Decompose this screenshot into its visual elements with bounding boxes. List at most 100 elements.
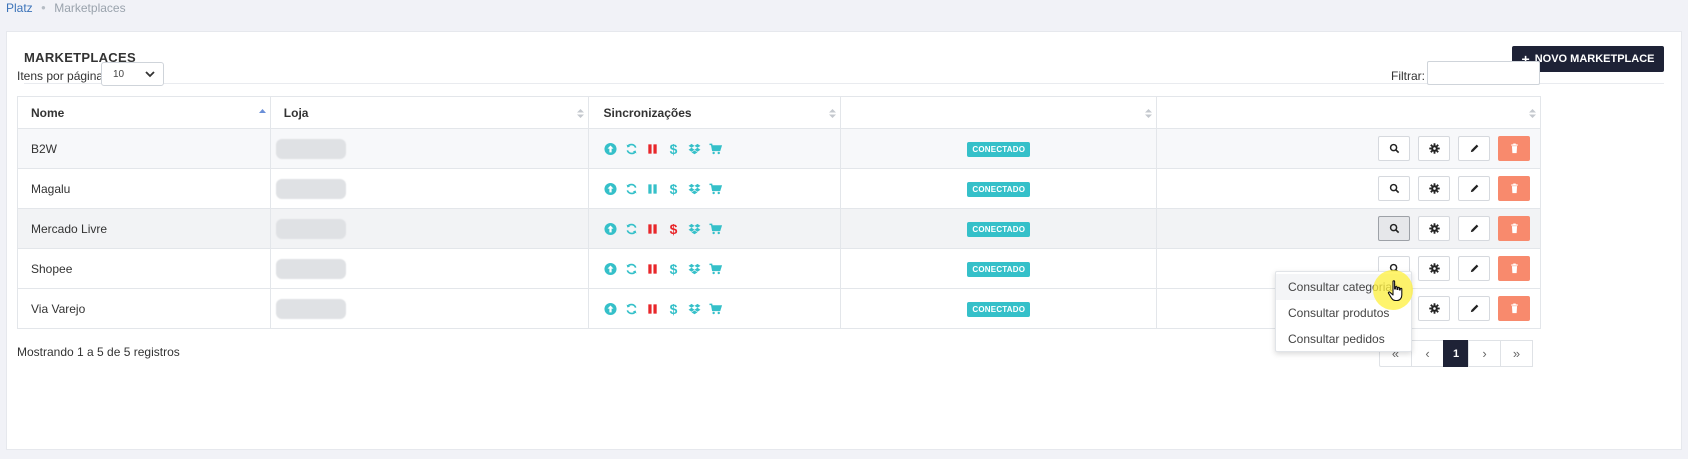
cart-icon[interactable] bbox=[709, 302, 722, 316]
page-last-button[interactable]: » bbox=[1500, 340, 1533, 367]
settings-button[interactable] bbox=[1418, 176, 1450, 201]
pause-icon[interactable] bbox=[646, 302, 659, 316]
cart-icon[interactable] bbox=[709, 262, 722, 276]
edit-button[interactable] bbox=[1458, 176, 1490, 201]
upload-icon[interactable] bbox=[604, 302, 617, 316]
sync-icon[interactable] bbox=[625, 222, 638, 236]
breadcrumb-home-link[interactable]: Platz bbox=[6, 1, 33, 15]
delete-button[interactable] bbox=[1498, 136, 1530, 161]
search-button[interactable] bbox=[1378, 176, 1410, 201]
cart-icon[interactable] bbox=[709, 182, 722, 196]
marketplace-name-cell: Via Varejo bbox=[17, 288, 271, 329]
search-button[interactable] bbox=[1378, 216, 1410, 241]
settings-button[interactable] bbox=[1418, 256, 1450, 281]
sort-icon bbox=[1529, 109, 1536, 118]
cart-icon[interactable] bbox=[709, 222, 722, 236]
column-header-nome[interactable]: Nome bbox=[17, 96, 271, 129]
sort-icon bbox=[829, 109, 837, 118]
sync-actions: $ bbox=[604, 182, 841, 196]
status-badge: CONECTADO bbox=[967, 301, 1031, 317]
filter-input[interactable] bbox=[1427, 61, 1540, 85]
cart-icon[interactable] bbox=[709, 142, 722, 156]
pencil-icon bbox=[1470, 264, 1478, 273]
sync-icon[interactable] bbox=[625, 142, 638, 156]
store-name-redacted bbox=[275, 298, 346, 319]
settings-button[interactable] bbox=[1418, 296, 1450, 321]
status-cell: CONECTADO bbox=[840, 248, 1158, 289]
sync-actions: $ bbox=[604, 262, 841, 276]
upload-icon[interactable] bbox=[604, 182, 617, 196]
status-badge: CONECTADO bbox=[967, 221, 1031, 237]
pause-icon[interactable] bbox=[646, 182, 659, 196]
search-button[interactable] bbox=[1378, 136, 1410, 161]
marketplace-name: Magalu bbox=[31, 181, 71, 196]
upload-icon[interactable] bbox=[604, 222, 617, 236]
table-row: Mercado Livre $ CONECTADO bbox=[17, 208, 1541, 249]
store-cell bbox=[269, 128, 589, 169]
dollar-icon[interactable]: $ bbox=[667, 222, 680, 236]
store-name-redacted bbox=[275, 138, 346, 159]
per-page-value: 10 bbox=[113, 68, 125, 80]
page-prev-button[interactable]: ‹ bbox=[1411, 340, 1444, 367]
divider bbox=[24, 83, 1664, 84]
column-header-status[interactable] bbox=[840, 96, 1158, 129]
column-header-label: Sincronizações bbox=[603, 105, 692, 120]
sync-actions: $ bbox=[604, 302, 841, 316]
pencil-icon bbox=[1470, 144, 1478, 153]
sync-cell: $ bbox=[587, 168, 842, 209]
status-cell: CONECTADO bbox=[840, 168, 1158, 209]
actions-cell bbox=[1156, 168, 1541, 209]
table-row: Magalu $ CONECTADO bbox=[17, 168, 1541, 209]
dropbox-icon[interactable] bbox=[688, 182, 701, 196]
sort-icon bbox=[576, 109, 584, 118]
status-cell: CONECTADO bbox=[840, 288, 1158, 329]
upload-icon[interactable] bbox=[604, 262, 617, 276]
settings-button[interactable] bbox=[1418, 216, 1450, 241]
column-header-sincronizacoes[interactable]: Sincronizações bbox=[587, 96, 842, 129]
row-actions bbox=[1170, 136, 1540, 161]
menu-item-consultar-pedidos[interactable]: Consultar pedidos bbox=[1276, 326, 1411, 352]
per-page-select[interactable]: 10 bbox=[101, 62, 164, 86]
dropbox-icon[interactable] bbox=[688, 262, 701, 276]
page-next-button[interactable]: › bbox=[1468, 340, 1501, 367]
delete-button[interactable] bbox=[1498, 256, 1530, 281]
sync-icon[interactable] bbox=[625, 302, 638, 316]
sync-actions: $ bbox=[604, 142, 841, 156]
dropbox-icon[interactable] bbox=[688, 302, 701, 316]
breadcrumb: Platz ● Marketplaces bbox=[6, 1, 126, 15]
sync-icon[interactable] bbox=[625, 182, 638, 196]
pause-icon[interactable] bbox=[646, 222, 659, 236]
pause-icon[interactable] bbox=[646, 142, 659, 156]
settings-button[interactable] bbox=[1418, 136, 1450, 161]
trash-icon bbox=[1510, 223, 1518, 234]
gear-icon bbox=[1428, 223, 1440, 234]
status-cell: CONECTADO bbox=[840, 128, 1158, 169]
delete-button[interactable] bbox=[1498, 176, 1530, 201]
dollar-icon[interactable]: $ bbox=[667, 142, 680, 156]
delete-button[interactable] bbox=[1498, 216, 1530, 241]
store-name-redacted bbox=[275, 178, 346, 199]
dropbox-icon[interactable] bbox=[688, 142, 701, 156]
store-cell bbox=[269, 248, 589, 289]
dollar-icon[interactable]: $ bbox=[667, 262, 680, 276]
sync-icon[interactable] bbox=[625, 262, 638, 276]
dropbox-icon[interactable] bbox=[688, 222, 701, 236]
edit-button[interactable] bbox=[1458, 256, 1490, 281]
store-name-redacted bbox=[275, 258, 346, 279]
edit-button[interactable] bbox=[1458, 296, 1490, 321]
upload-icon[interactable] bbox=[604, 142, 617, 156]
edit-button[interactable] bbox=[1458, 216, 1490, 241]
sync-cell: $ bbox=[587, 128, 842, 169]
column-header-label: Loja bbox=[283, 105, 309, 120]
pause-icon[interactable] bbox=[646, 262, 659, 276]
dollar-icon[interactable]: $ bbox=[667, 302, 680, 316]
edit-button[interactable] bbox=[1458, 136, 1490, 161]
page-current-button[interactable]: 1 bbox=[1443, 340, 1469, 367]
dollar-icon[interactable]: $ bbox=[667, 182, 680, 196]
marketplace-name-cell: B2W bbox=[17, 128, 271, 169]
column-header-actions[interactable] bbox=[1156, 96, 1541, 129]
delete-button[interactable] bbox=[1498, 296, 1530, 321]
search-icon bbox=[1389, 143, 1399, 154]
column-header-label: Nome bbox=[31, 105, 65, 120]
column-header-loja[interactable]: Loja bbox=[269, 96, 589, 129]
